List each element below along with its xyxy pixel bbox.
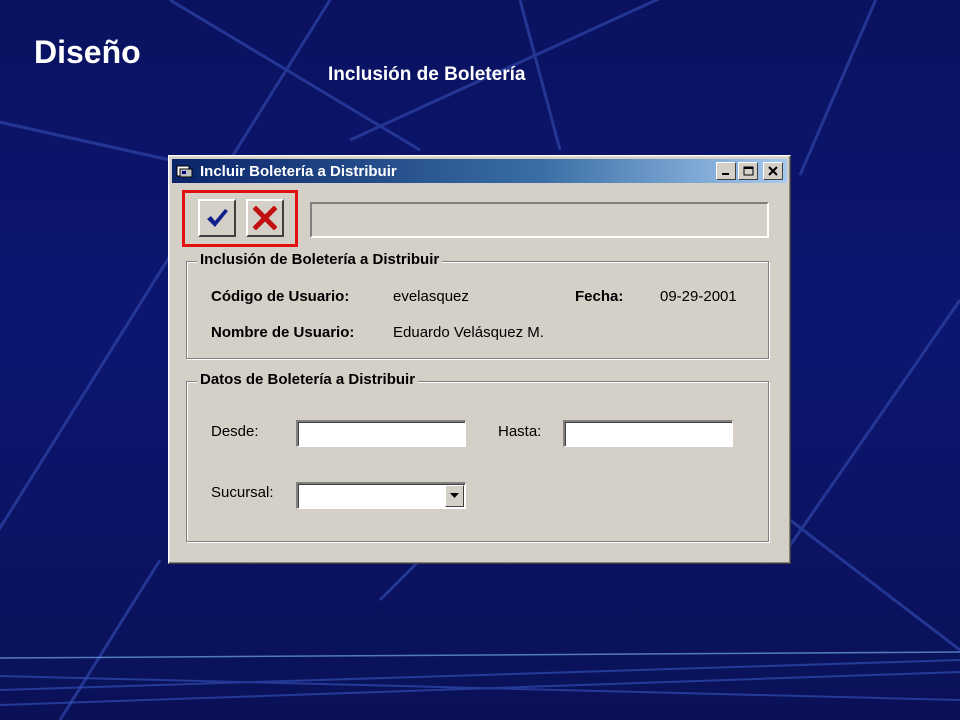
- close-icon: [768, 166, 778, 176]
- minimize-button[interactable]: [716, 162, 736, 180]
- window-titlebar[interactable]: Incluir Boletería a Distribuir: [172, 159, 787, 183]
- app-icon: [176, 165, 193, 178]
- user-name-value: Eduardo Velásquez M.: [393, 324, 544, 341]
- data-frame: Datos de Boletería a Distribuir: [186, 371, 769, 542]
- to-input[interactable]: [563, 420, 733, 447]
- date-label: Fecha:: [575, 288, 624, 305]
- inclusion-frame: Inclusión de Boletería a Distribuir: [186, 251, 769, 359]
- close-button[interactable]: [763, 162, 783, 180]
- slide-subtitle: Inclusión de Boletería: [328, 64, 526, 85]
- minimize-icon: [722, 173, 729, 175]
- chevron-down-icon: [450, 493, 459, 498]
- maximize-icon: [743, 166, 753, 176]
- branch-label: Sucursal:: [211, 484, 274, 501]
- slide-title: Diseño: [34, 34, 141, 70]
- data-frame-legend: Datos de Boletería a Distribuir: [197, 371, 419, 388]
- from-input[interactable]: [296, 420, 466, 447]
- user-name-label: Nombre de Usuario:: [211, 324, 355, 341]
- toolbar-highlight: [182, 190, 298, 247]
- window-title: Incluir Boletería a Distribuir: [200, 162, 397, 180]
- inclusion-frame-legend: Inclusión de Boletería a Distribuir: [197, 251, 443, 268]
- to-label: Hasta:: [498, 423, 542, 440]
- user-code-label: Código de Usuario:: [211, 288, 350, 305]
- maximize-button[interactable]: [738, 162, 758, 180]
- date-value: 09-29-2001: [660, 288, 737, 305]
- branch-select[interactable]: [296, 482, 466, 509]
- branch-dropdown-button[interactable]: [445, 485, 464, 507]
- status-field: [310, 202, 769, 238]
- from-label: Desde:: [211, 423, 259, 440]
- user-code-value: evelasquez: [393, 288, 469, 305]
